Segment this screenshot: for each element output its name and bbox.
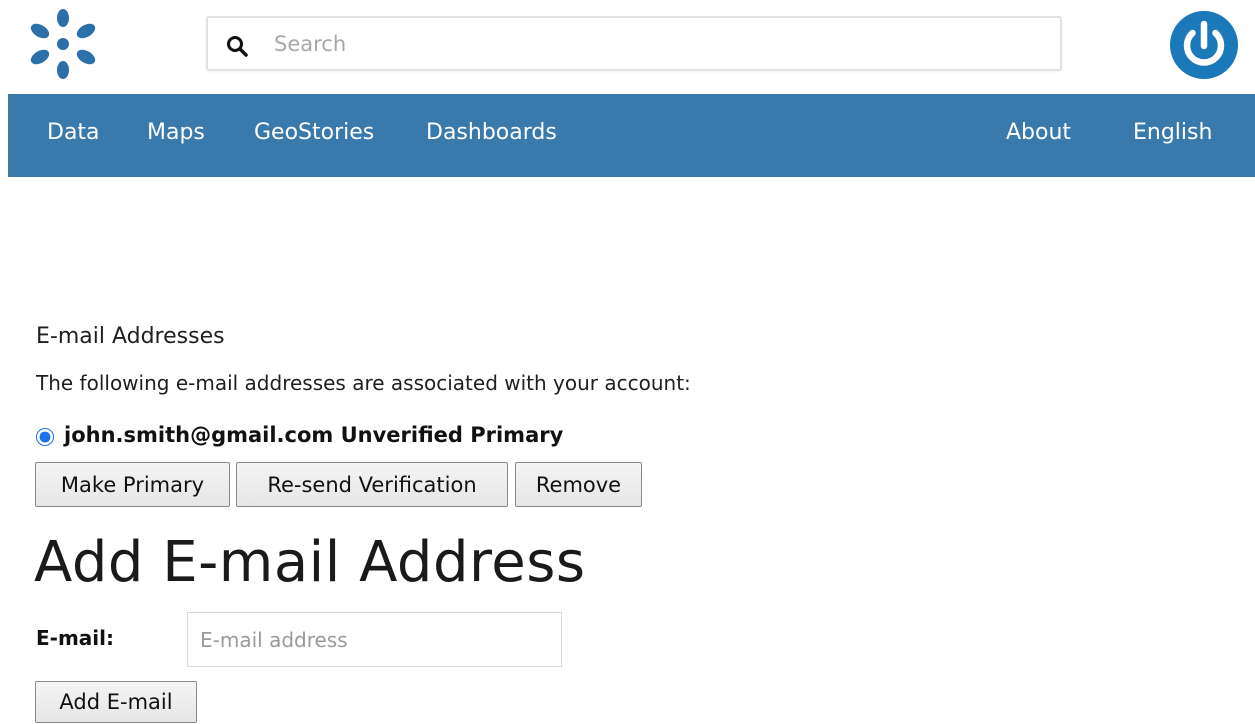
search-input[interactable] [274, 26, 1034, 62]
email-field-label: E-mail: [36, 626, 115, 650]
nav-item-maps[interactable]: Maps [147, 120, 205, 145]
main-navbar: Data Maps GeoStories Dashboards About En… [8, 94, 1255, 177]
email-entry-radio[interactable] [36, 428, 54, 446]
email-entry-label[interactable]: john.smith@gmail.com Unverified Primary [64, 423, 563, 447]
email-addresses-title: E-mail Addresses [36, 324, 225, 349]
search-bar[interactable] [206, 16, 1062, 71]
add-email-button[interactable]: Add E-mail [35, 681, 197, 723]
top-header [0, 0, 1255, 94]
nav-item-language[interactable]: English [1133, 120, 1212, 145]
remove-button[interactable]: Remove [515, 462, 642, 507]
email-field[interactable] [187, 612, 562, 667]
add-email-title: Add E-mail Address [34, 530, 586, 595]
nav-item-data[interactable]: Data [47, 120, 100, 145]
geonode-logo-icon[interactable] [28, 8, 98, 80]
search-icon [227, 36, 248, 57]
nav-item-dashboards[interactable]: Dashboards [426, 120, 557, 145]
power-icon[interactable] [1169, 10, 1239, 80]
make-primary-button[interactable]: Make Primary [35, 462, 230, 507]
resend-verification-button[interactable]: Re-send Verification [236, 462, 508, 507]
nav-item-about[interactable]: About [1006, 120, 1071, 145]
nav-item-geostories[interactable]: GeoStories [254, 120, 374, 145]
email-addresses-description: The following e-mail addresses are assoc… [36, 371, 691, 395]
